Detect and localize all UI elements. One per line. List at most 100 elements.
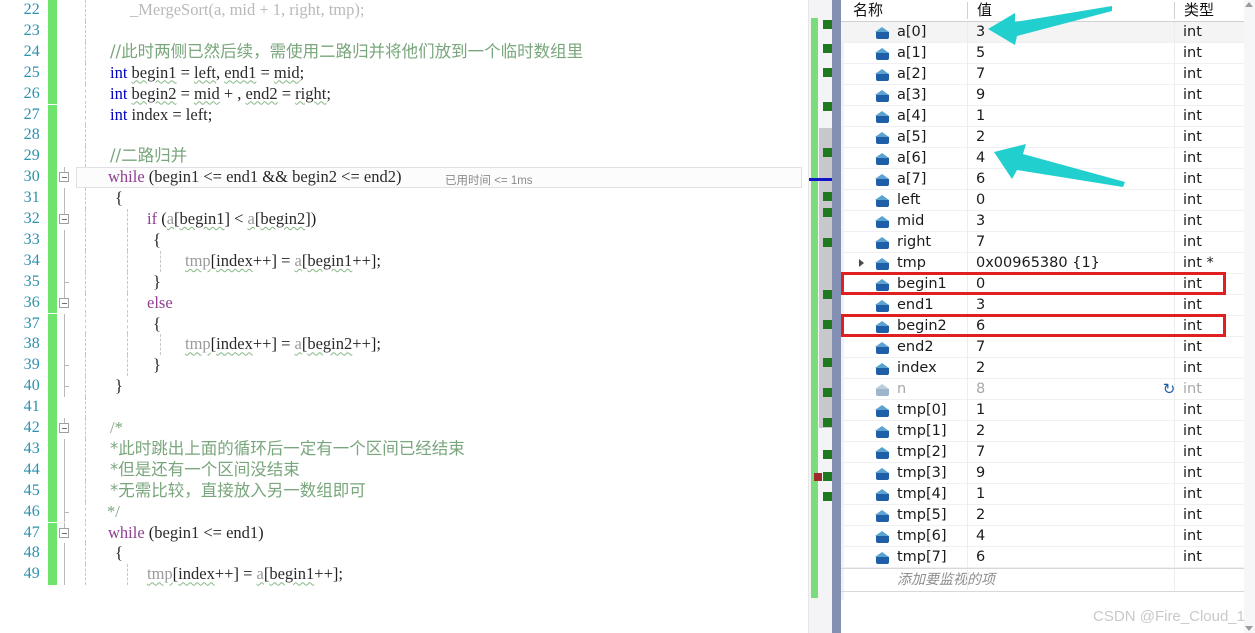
bookmark-marker[interactable] [823, 418, 832, 427]
variable-value[interactable]: 0x00965380 {1} [976, 253, 1100, 274]
watch-row[interactable]: right 7 int [841, 232, 1255, 253]
fold-margin[interactable] [59, 209, 72, 230]
watch-row[interactable]: n 8 ↻ int [841, 379, 1255, 400]
watch-row[interactable]: index 2 int [841, 358, 1255, 379]
bookmark-marker[interactable] [823, 358, 832, 367]
code-line[interactable]: 43 *此时跳出上面的循环后一定有一个区间已经结束 [0, 438, 808, 460]
variable-value[interactable]: 1 [976, 106, 985, 127]
watch-row[interactable]: a[5] 2 int [841, 127, 1255, 148]
watch-row[interactable]: mid 3 int [841, 211, 1255, 232]
fold-margin[interactable] [59, 418, 72, 439]
fold-margin[interactable] [59, 0, 72, 21]
code-line[interactable]: 48 { [0, 543, 808, 565]
variable-value[interactable]: 4 [976, 526, 985, 547]
column-header-type[interactable]: 类型 [1184, 0, 1214, 21]
variable-value[interactable]: 9 [976, 463, 985, 484]
code-line[interactable]: 31 { [0, 188, 808, 209]
scroll-down-arrow-icon[interactable] [1245, 626, 1253, 631]
fold-margin[interactable] [59, 250, 72, 272]
variable-value[interactable]: 3 [976, 211, 985, 232]
code-line[interactable]: 25 int begin1 = left, end1 = mid; [0, 62, 808, 84]
bookmark-marker[interactable] [823, 238, 832, 247]
code-line[interactable]: 24 //此时两侧已然后续，需使用二路归并将他们放到一个临时数组里 [0, 41, 808, 63]
variable-value[interactable]: 6 [976, 316, 985, 337]
bookmark-marker[interactable] [823, 44, 832, 53]
watch-row[interactable]: begin1 0 int [841, 274, 1255, 295]
fold-margin[interactable] [59, 292, 72, 314]
variable-value[interactable]: 9 [976, 85, 985, 106]
bookmark-marker[interactable] [823, 388, 832, 397]
code-line[interactable]: 37 { [0, 313, 808, 335]
fold-margin[interactable] [59, 355, 72, 377]
variable-value[interactable]: 1 [976, 484, 985, 505]
watch-row[interactable]: a[2] 7 int [841, 64, 1255, 85]
fold-margin[interactable] [59, 42, 72, 63]
fold-margin[interactable] [59, 334, 72, 356]
scroll-up-arrow-icon[interactable] [1245, 2, 1253, 7]
watch-scrollbar[interactable] [1244, 0, 1255, 633]
bookmark-marker[interactable] [823, 20, 832, 29]
fold-margin[interactable] [59, 438, 72, 460]
fold-margin[interactable] [59, 501, 72, 523]
editor-scrollbar-markers[interactable] [808, 0, 833, 633]
watch-row[interactable]: tmp[4] 1 int [841, 484, 1255, 505]
variable-value[interactable]: 7 [976, 64, 985, 85]
code-line[interactable]: 26 int begin2 = mid + , end2 = right; [0, 83, 808, 105]
watch-row[interactable]: tmp[7] 6 int [841, 547, 1255, 568]
code-line[interactable]: 36 else [0, 292, 808, 314]
variable-value[interactable]: 2 [976, 421, 985, 442]
fold-margin[interactable] [59, 229, 72, 251]
variable-value[interactable]: 1 [976, 400, 985, 421]
watch-row[interactable]: a[1] 5 int [841, 43, 1255, 64]
code-line[interactable]: 35} [0, 271, 808, 293]
fold-margin[interactable] [59, 522, 72, 544]
fold-margin[interactable] [59, 167, 72, 188]
code-line[interactable]: 45 *无需比较，直接放入另一数组即可 [0, 480, 808, 502]
code-line[interactable]: 47 while (begin1 <= end1) [0, 522, 808, 544]
fold-margin[interactable] [59, 459, 72, 481]
collapse-icon[interactable] [59, 527, 69, 538]
watch-row[interactable]: end1 3 int [841, 295, 1255, 316]
bookmark-marker[interactable] [823, 320, 832, 329]
fold-margin[interactable] [59, 564, 72, 586]
variable-value[interactable]: 5 [976, 43, 985, 64]
collapse-icon[interactable] [59, 297, 69, 308]
watch-row[interactable]: a[0] 3 int [841, 22, 1255, 43]
fold-margin[interactable] [59, 397, 72, 418]
bookmark-marker[interactable] [823, 192, 832, 201]
code-editor-pane[interactable]: 22 _MergeSort(a, mid + 1, right, tmp); 23 2… [0, 0, 808, 633]
fold-margin[interactable] [59, 63, 72, 84]
code-line[interactable]: 28 [0, 125, 808, 147]
variable-value[interactable]: 3 [976, 295, 985, 316]
fold-margin[interactable] [59, 21, 72, 42]
variable-value[interactable]: 2 [976, 127, 985, 148]
watch-row[interactable]: a[7] 6 int [841, 169, 1255, 190]
variable-value[interactable]: 3 [976, 22, 985, 43]
fold-margin[interactable] [59, 146, 72, 167]
watch-row[interactable]: tmp[5] 2 int [841, 505, 1255, 526]
variable-value[interactable]: 4 [976, 148, 985, 169]
variable-value[interactable]: 7 [976, 442, 985, 463]
watch-row[interactable]: tmp 0x00965380 {1} int * [841, 253, 1255, 274]
code-line[interactable]: 33 { [0, 229, 808, 251]
variable-value[interactable]: 0 [976, 274, 985, 295]
column-header-value[interactable]: 值 [977, 0, 992, 21]
variable-value[interactable]: 2 [976, 505, 985, 526]
expand-triangle-icon[interactable] [858, 259, 866, 268]
variable-value[interactable]: 2 [976, 358, 985, 379]
watch-row[interactable]: tmp[6] 4 int [841, 526, 1255, 547]
code-line[interactable]: 39} [0, 355, 808, 377]
watch-row[interactable]: tmp[1] 2 int [841, 421, 1255, 442]
code-line[interactable]: 42 /* [0, 418, 808, 439]
variable-value[interactable]: 6 [976, 169, 985, 190]
bookmark-marker[interactable] [823, 208, 832, 217]
watch-row[interactable]: a[6] 4 int [841, 148, 1255, 169]
variable-value[interactable]: 8 [976, 379, 985, 400]
watch-row[interactable]: a[4] 1 int [841, 106, 1255, 127]
watch-row[interactable]: left 0 int [841, 190, 1255, 211]
fold-margin[interactable] [59, 188, 72, 209]
code-line[interactable]: 49 tmp[index++] = a[begin1++]; [0, 564, 808, 586]
column-header-name[interactable]: 名称 [853, 0, 883, 21]
bookmark-marker[interactable] [823, 290, 832, 299]
watch-row[interactable]: tmp[0] 1 int [841, 400, 1255, 421]
